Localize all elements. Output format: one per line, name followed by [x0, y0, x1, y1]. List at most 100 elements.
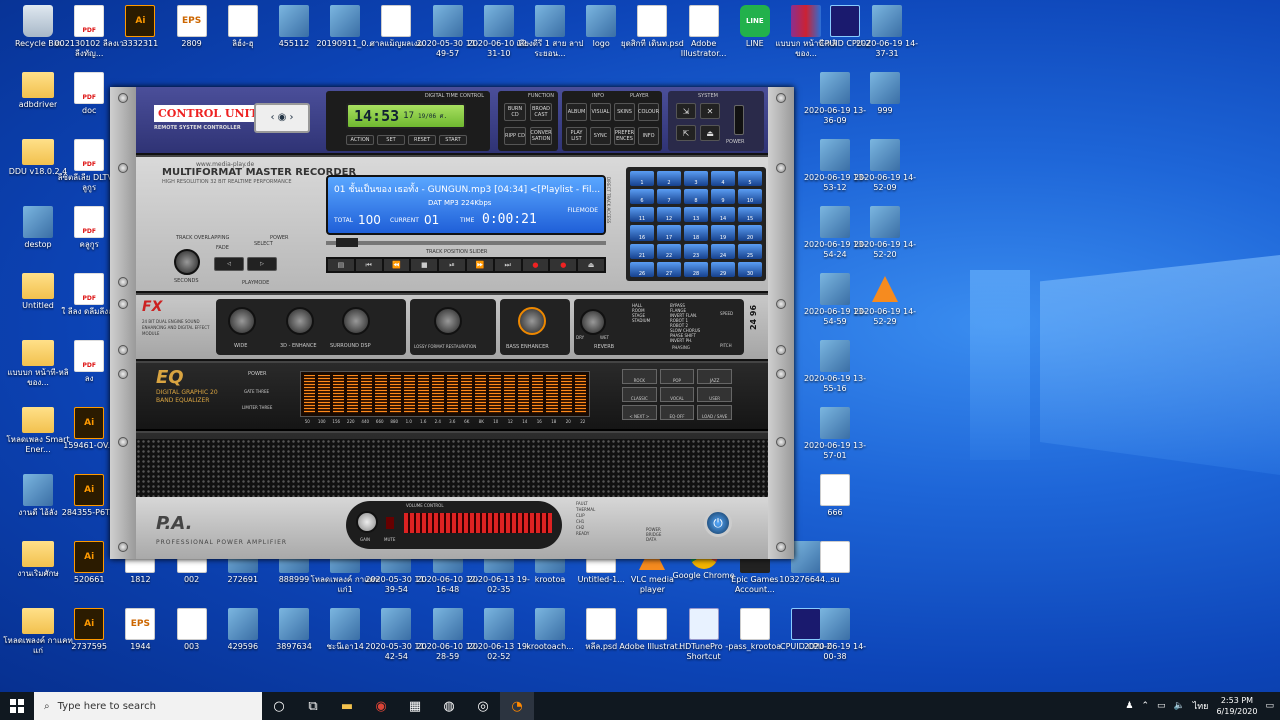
taskbar-search[interactable]: ⌕ Type here to search	[34, 692, 262, 720]
track-grid-button[interactable]: 8	[684, 189, 708, 205]
desktop-icon[interactable]: 2020-06-19 13-57-01	[800, 407, 870, 475]
wide-knob[interactable]	[228, 307, 256, 335]
track-grid-button[interactable]: 10	[738, 189, 762, 205]
eq-band-slider[interactable]	[489, 375, 501, 413]
eq-preset-button[interactable]: EQ-OFF	[659, 405, 695, 420]
set-button[interactable]: SET	[377, 135, 405, 145]
eq-preset-button[interactable]: ROCK	[622, 369, 657, 384]
minimize-button[interactable]: ⇲	[676, 103, 696, 119]
select-right-button[interactable]: ▷	[247, 257, 277, 271]
track-grid-button[interactable]: 2	[657, 171, 681, 187]
rewind-icon[interactable]: ⏪	[383, 259, 410, 271]
eq-band-slider[interactable]	[574, 375, 586, 413]
track-grid-button[interactable]: 21	[630, 243, 654, 259]
eq-band-slider[interactable]	[346, 375, 358, 413]
track-grid-button[interactable]: 26	[630, 261, 654, 277]
desktop-icon[interactable]: su	[800, 541, 870, 609]
play-pause-icon[interactable]: ⏯	[439, 259, 465, 271]
lossy-knob[interactable]	[434, 307, 462, 335]
app-taskbar-icon-2[interactable]: ◎	[466, 692, 500, 720]
app-taskbar-icon-1[interactable]: ◍	[432, 692, 466, 720]
track-grid-button[interactable]: 9	[711, 189, 735, 205]
close-button[interactable]: ✕	[700, 103, 720, 119]
enhance-knob[interactable]	[286, 307, 314, 335]
surround-knob[interactable]	[342, 307, 370, 335]
fast-forward-icon[interactable]: ⏩	[466, 259, 493, 271]
media-player-window[interactable]: CONTROL UNIT REMOTE SYSTEM CONTROLLER ‹ …	[110, 87, 794, 559]
track-grid-button[interactable]: 29	[711, 261, 735, 277]
reverb-knob[interactable]	[580, 309, 606, 335]
track-grid-button[interactable]: 30	[738, 261, 762, 277]
eq-band-slider[interactable]	[418, 375, 430, 413]
desktop-icon[interactable]: 2020-06-19 14-37-31	[852, 5, 922, 73]
track-grid-button[interactable]: 28	[684, 261, 708, 277]
skins-button[interactable]: SKINS	[614, 103, 635, 121]
eq-band-slider[interactable]	[389, 375, 401, 413]
reverb-list[interactable]: HALL ROOM STAGE STADIUM	[632, 303, 650, 323]
visual-button[interactable]: VISUAL	[590, 103, 611, 121]
prev-track-icon[interactable]: ⏮	[355, 259, 382, 271]
desktop-icon[interactable]: 2020-06-19 13-55-16	[800, 340, 870, 408]
track-grid-button[interactable]: 25	[738, 243, 762, 259]
reverb-option[interactable]: STADIUM	[632, 318, 650, 323]
track-grid-button[interactable]: 24	[711, 243, 735, 259]
power-switch[interactable]	[734, 105, 744, 135]
track-grid-button[interactable]: 22	[657, 243, 681, 259]
reset-button[interactable]: RESET	[408, 135, 436, 145]
colour-button[interactable]: COLOUR	[638, 103, 659, 121]
track-grid-button[interactable]: 27	[657, 261, 681, 277]
start-button[interactable]	[0, 692, 34, 720]
track-grid-button[interactable]: 14	[711, 207, 735, 223]
track-grid-button[interactable]: 1	[630, 171, 654, 187]
media-player-taskbar-icon[interactable]: ◔	[500, 692, 534, 720]
playlist-button[interactable]: PLAY LIST	[566, 127, 587, 145]
volume-icon[interactable]: 🔈	[1174, 701, 1185, 711]
desktop-icon[interactable]: 2020-06-19 14-52-20	[850, 206, 920, 274]
eq-band-slider[interactable]	[475, 375, 487, 413]
clock[interactable]: 2:53 PM 6/19/2020	[1216, 695, 1257, 717]
playlist-icon[interactable]: ▤	[328, 259, 354, 271]
eq-band-slider[interactable]	[517, 375, 529, 413]
eq-band-slider[interactable]	[375, 375, 387, 413]
eq-preset-button[interactable]: LOAD / SAVE	[697, 405, 732, 420]
move-button[interactable]: ⇱	[676, 125, 696, 141]
info-button[interactable]: INFO	[638, 127, 659, 145]
eq-preset-button[interactable]: POP	[659, 369, 695, 384]
broadcast-button[interactable]: BROAD CAST	[530, 103, 552, 121]
eq-preset-button[interactable]: CLASSIC	[622, 387, 657, 402]
burn-cd-button[interactable]: BURN CD	[504, 103, 526, 121]
sync-button[interactable]: SYNC	[590, 127, 611, 145]
track-grid-button[interactable]: 5	[738, 171, 762, 187]
track-grid-button[interactable]: 23	[684, 243, 708, 259]
eq-preset-button[interactable]: < NEXT >	[622, 405, 657, 420]
eject-button[interactable]: ⏏	[700, 125, 720, 141]
fade-knob[interactable]	[174, 249, 200, 275]
eq-band-slider[interactable]	[546, 375, 558, 413]
volume-knob[interactable]	[356, 511, 378, 533]
desktop-icon[interactable]: 2020-06-19 14-52-29	[850, 273, 920, 341]
desktop-icon[interactable]: 999	[850, 72, 920, 140]
track-grid-button[interactable]: 3	[684, 171, 708, 187]
track-grid-button[interactable]: 15	[738, 207, 762, 223]
amplifier-power-button[interactable]: ⏻	[704, 509, 732, 537]
notification-icon[interactable]: ▭	[1265, 701, 1274, 711]
eq-bands[interactable]	[300, 371, 590, 417]
desktop-icon[interactable]: 666	[800, 474, 870, 542]
eq-preset-button[interactable]: USER	[697, 387, 732, 402]
eq-preset-button[interactable]: JAZZ	[697, 369, 732, 384]
eq-band-slider[interactable]	[304, 375, 316, 413]
next-track-icon[interactable]: ⏭	[494, 259, 521, 271]
track-grid-button[interactable]: 20	[738, 225, 762, 241]
desktop-icon[interactable]: 2020-06-19 14-52-09	[850, 139, 920, 207]
bass-knob[interactable]	[518, 307, 546, 335]
select-left-button[interactable]: ◁	[214, 257, 244, 271]
eq-band-slider[interactable]	[560, 375, 572, 413]
track-grid-button[interactable]: 17	[657, 225, 681, 241]
album-button[interactable]: ALBUM	[566, 103, 587, 121]
eq-band-slider[interactable]	[446, 375, 458, 413]
phasing-list[interactable]: BYPASS FLANGE INVERT FLAN. ROBOT 1 ROBOT 2 SL…	[670, 303, 700, 343]
eq-preset-button[interactable]: VOCAL	[659, 387, 695, 402]
track-grid-button[interactable]: 4	[711, 171, 735, 187]
eq-band-slider[interactable]	[460, 375, 472, 413]
file-explorer-icon[interactable]: ▬	[330, 692, 364, 720]
